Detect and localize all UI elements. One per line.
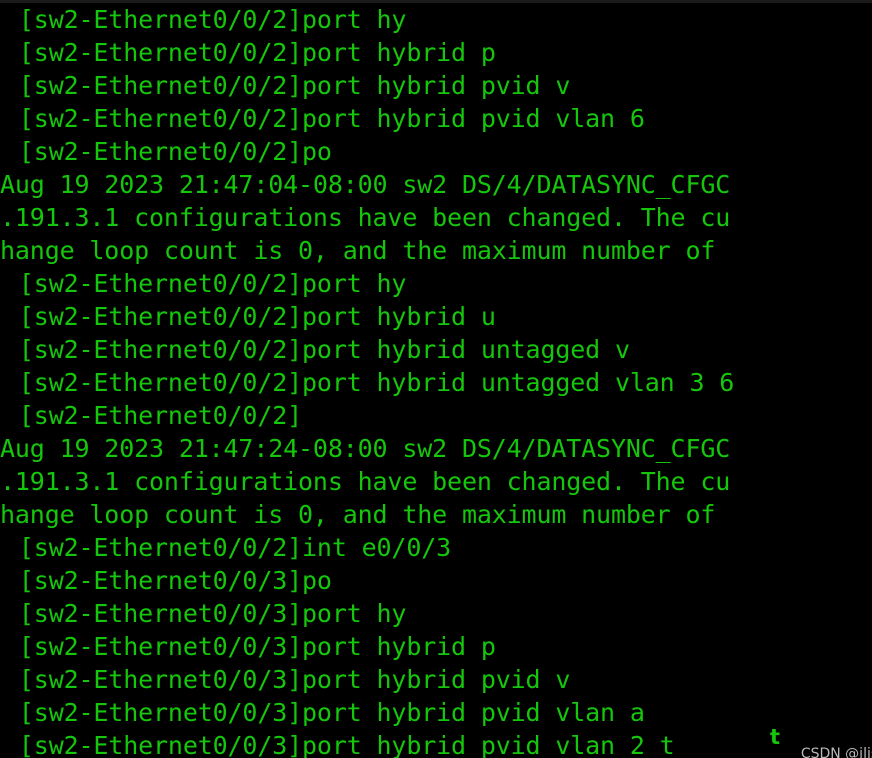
terminal-log-line: hange loop count is 0, and the maximum n… bbox=[0, 500, 716, 529]
terminal-prompt-line: [sw2-Ethernet0/0/2]port hybrid untagged … bbox=[4, 368, 735, 397]
terminal-prompt-line: [sw2-Ethernet0/0/2]port hy bbox=[4, 5, 407, 34]
terminal-prompt-line: [sw2-Ethernet0/0/2]port hy bbox=[4, 269, 407, 298]
terminal-log-line: .191.3.1 configurations have been change… bbox=[0, 467, 731, 496]
terminal-prompt-line: [sw2-Ethernet0/0/3]po bbox=[4, 566, 332, 595]
terminal-prompt-line: [sw2-Ethernet0/0/3]port hybrid pvid v bbox=[4, 665, 571, 694]
terminal-log-line: hange loop count is 0, and the maximum n… bbox=[0, 236, 716, 265]
terminal-prompt-line: [sw2-Ethernet0/0/3]port hybrid pvid vlan… bbox=[4, 698, 645, 727]
terminal-log-line: .191.3.1 configurations have been change… bbox=[0, 203, 731, 232]
terminal-prompt-line: [sw2-Ethernet0/0/2]int e0/0/3 bbox=[4, 533, 452, 562]
terminal-prompt-line: [sw2-Ethernet0/0/2]po bbox=[4, 137, 332, 166]
terminal-prompt-line: [sw2-Ethernet0/0/2]port hybrid pvid vlan… bbox=[4, 104, 645, 133]
terminal-prompt-line: [sw2-Ethernet0/0/3]port hybrid p bbox=[4, 632, 496, 661]
terminal-window: [sw2-Ethernet0/0/2]port hy [sw2-Ethernet… bbox=[0, 0, 872, 758]
terminal-prompt-line: [sw2-Ethernet0/0/2]port hybrid pvid v bbox=[4, 71, 571, 100]
terminal-log-line: Aug 19 2023 21:47:24-08:00 sw2 DS/4/DATA… bbox=[0, 434, 731, 463]
terminal-prompt-line: [sw2-Ethernet0/0/2] bbox=[4, 401, 303, 430]
terminal-prompt-line: [sw2-Ethernet0/0/2]port hybrid p bbox=[4, 38, 496, 67]
terminal-output-area[interactable]: [sw2-Ethernet0/0/2]port hy [sw2-Ethernet… bbox=[0, 3, 872, 758]
terminal-prompt-line: [sw2-Ethernet0/0/2]port hybrid untagged … bbox=[4, 335, 630, 364]
terminal-prompt-line: [sw2-Ethernet0/0/3]port hy bbox=[4, 599, 407, 628]
terminal-prompt-line: [sw2-Ethernet0/0/3]port hybrid pvid vlan… bbox=[4, 731, 675, 758]
terminal-prompt-line: [sw2-Ethernet0/0/2]port hybrid u bbox=[4, 302, 496, 331]
terminal-log-line: Aug 19 2023 21:47:04-08:00 sw2 DS/4/DATA… bbox=[0, 170, 731, 199]
